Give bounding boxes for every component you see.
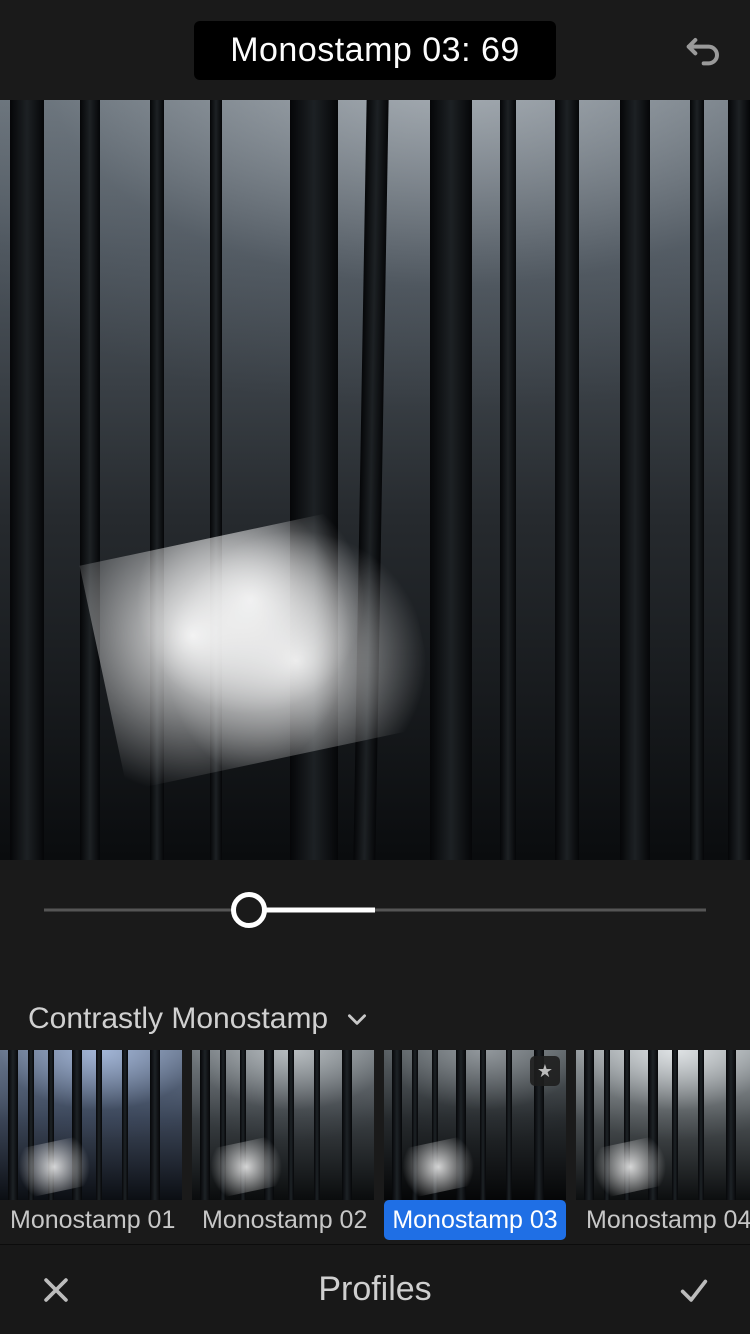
chevron-down-icon xyxy=(344,1006,370,1032)
preset-thumbnail xyxy=(192,1050,374,1200)
slider-knob[interactable] xyxy=(231,892,267,928)
preset-thumbnail: ★ xyxy=(384,1050,566,1200)
slider-track xyxy=(44,909,706,912)
slider-fill xyxy=(249,908,375,913)
preset-thumbnail xyxy=(576,1050,750,1200)
photo-preview[interactable] xyxy=(0,100,750,860)
confirm-button[interactable] xyxy=(672,1268,716,1312)
star-icon: ★ xyxy=(537,1061,553,1082)
preset-category-dropdown[interactable]: Contrastly Monostamp xyxy=(0,960,750,1050)
cancel-button[interactable] xyxy=(34,1268,78,1312)
preset-thumbnail xyxy=(0,1050,182,1200)
preset-item[interactable]: Monostamp 04 xyxy=(576,1050,750,1240)
close-icon xyxy=(39,1273,73,1307)
preset-label: Monostamp 02 xyxy=(192,1200,374,1240)
footer-title: Profiles xyxy=(318,1270,431,1309)
app-root: Monostamp 03: 69 Contrastly Mono xyxy=(0,0,750,1334)
preset-item[interactable]: Monostamp 02 xyxy=(192,1050,374,1240)
preset-label: Monostamp 04 xyxy=(576,1200,750,1240)
check-icon xyxy=(677,1273,711,1307)
undo-button[interactable] xyxy=(680,28,724,72)
preset-item[interactable]: Monostamp 01 xyxy=(0,1050,182,1240)
intensity-slider-zone xyxy=(0,860,750,960)
preset-label: Monostamp 03 xyxy=(384,1200,566,1240)
header: Monostamp 03: 69 xyxy=(0,0,750,100)
preset-thumbnail-strip[interactable]: Monostamp 01Monostamp 02 ★ Monostamp 03Mon… xyxy=(0,1050,750,1240)
footer-bar: Profiles xyxy=(0,1244,750,1334)
profile-value-pill[interactable]: Monostamp 03: 69 xyxy=(194,21,556,80)
favorite-badge[interactable]: ★ xyxy=(530,1056,560,1086)
undo-icon xyxy=(682,30,722,70)
preset-label: Monostamp 01 xyxy=(0,1200,182,1240)
preset-category-label: Contrastly Monostamp xyxy=(28,1002,328,1036)
intensity-slider[interactable] xyxy=(44,890,706,930)
preset-item[interactable]: ★ Monostamp 03 xyxy=(384,1050,566,1240)
